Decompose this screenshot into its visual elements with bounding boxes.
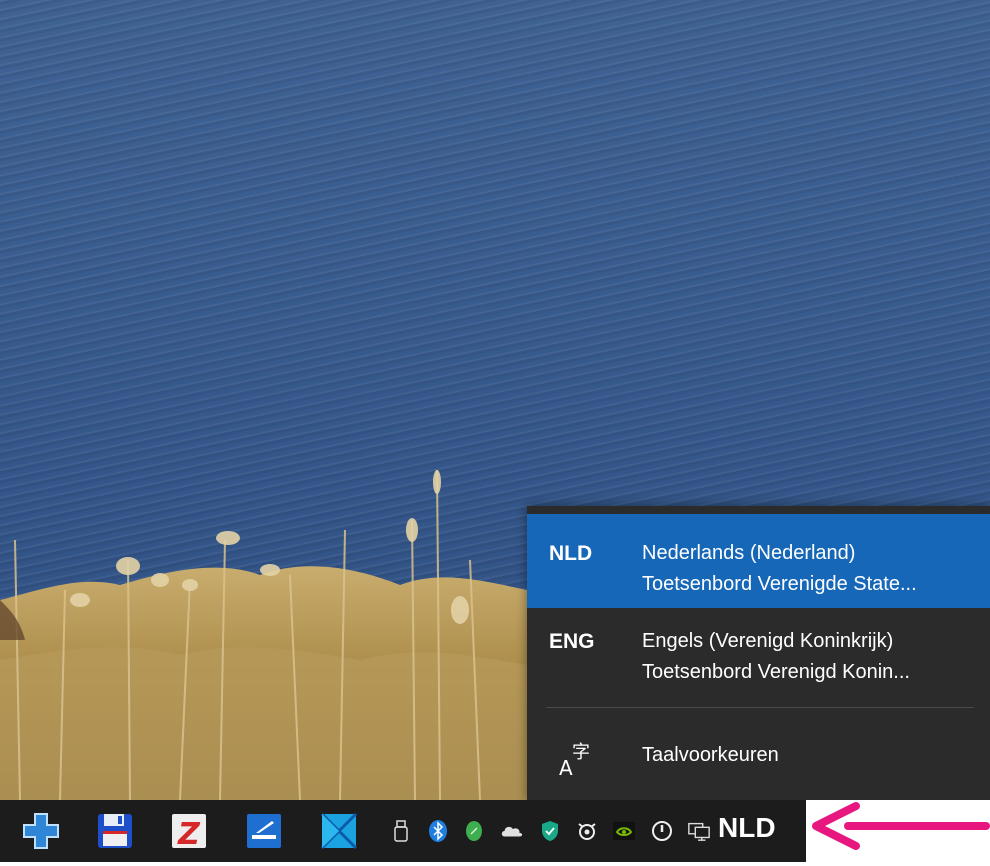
svg-text:A: A <box>559 756 573 778</box>
scanner-app-icon[interactable] <box>243 810 285 852</box>
pointer-arrow-icon <box>812 802 990 850</box>
bluetooth-icon[interactable] <box>426 818 450 844</box>
language-item-nld[interactable]: NLD Nederlands (Nederland) Toetsenbord V… <box>527 514 990 608</box>
usb-drive-icon[interactable] <box>390 818 414 844</box>
svg-text:字: 字 <box>572 742 590 763</box>
language-flyout: NLD Nederlands (Nederland) Toetsenbord V… <box>527 506 990 800</box>
floppy-disk-app-icon[interactable] <box>94 810 136 852</box>
language-name: Nederlands (Nederland) <box>642 542 856 564</box>
svg-text:Z: Z <box>177 817 201 851</box>
flyout-divider <box>546 707 974 708</box>
annotation-panel <box>806 800 990 862</box>
green-shield-icon[interactable] <box>462 818 486 844</box>
power-icon[interactable] <box>650 818 674 844</box>
network-icon[interactable] <box>687 818 711 844</box>
steelseries-icon[interactable] <box>575 818 599 844</box>
keyboard-layout: Toetsenbord Verenigde State... <box>642 573 917 595</box>
preferences-label: Taalvoorkeuren <box>642 744 779 766</box>
z-app-icon[interactable]: Z <box>168 810 210 852</box>
security-shield-icon[interactable] <box>538 818 562 844</box>
taskbar: Z NLD <box>0 800 990 862</box>
language-name: Engels (Verenigd Koninkrijk) <box>642 630 894 652</box>
language-indicator[interactable]: NLD <box>718 808 776 848</box>
medical-plus-app-icon[interactable] <box>20 810 62 852</box>
keyboard-layout: Toetsenbord Verenigd Konin... <box>642 661 910 683</box>
nvidia-icon[interactable] <box>612 818 636 844</box>
language-item-eng[interactable]: ENG Engels (Verenigd Koninkrijk) Toetsen… <box>527 606 990 698</box>
language-preferences-link[interactable]: A 字 Taalvoorkeuren <box>527 712 990 798</box>
window-app-icon[interactable] <box>318 810 360 852</box>
onedrive-cloud-icon[interactable] <box>500 818 524 844</box>
language-settings-icon: A 字 <box>557 738 597 780</box>
language-code: ENG <box>549 630 595 653</box>
language-code: NLD <box>549 542 593 565</box>
